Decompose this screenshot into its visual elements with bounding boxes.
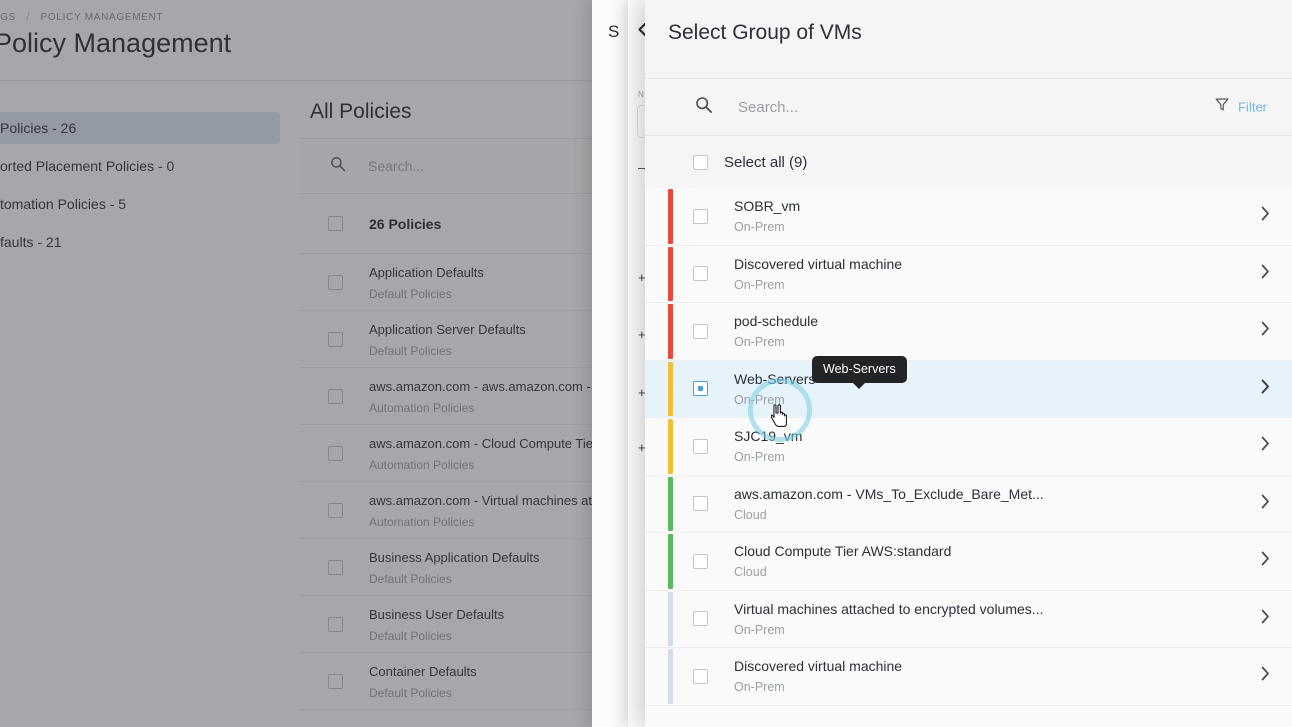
- chevron-right-icon[interactable]: [1261, 494, 1270, 513]
- vm-group-list[interactable]: SOBR_vm On-Prem Discovered virtual machi…: [645, 188, 1292, 727]
- vm-group-name: Web-Servers: [734, 370, 816, 387]
- filter-funnel-icon: [1215, 98, 1229, 117]
- vm-group-name: aws.amazon.com - VMs_To_Exclude_Bare_Met…: [734, 485, 1044, 502]
- select-all-label: Select all (9): [724, 153, 808, 171]
- status-color-bar: [668, 246, 673, 301]
- chevron-right-icon[interactable]: [1261, 379, 1270, 398]
- list-item[interactable]: pod-schedule On-Prem: [645, 303, 1292, 361]
- status-color-bar: [668, 591, 673, 646]
- filter-button[interactable]: Filter: [1215, 98, 1267, 117]
- row-checkbox[interactable]: [693, 208, 708, 224]
- chevron-right-icon[interactable]: [1261, 666, 1270, 686]
- row-checkbox[interactable]: [693, 323, 708, 339]
- chevron-right-icon[interactable]: [1261, 206, 1270, 226]
- vm-search-placeholder: Search...: [738, 98, 799, 116]
- row-checkbox[interactable]: [693, 496, 708, 512]
- vm-group-location: Cloud: [734, 507, 767, 522]
- status-color-bar: [668, 534, 673, 589]
- screen-root: TINGS / POLICY MANAGEMENT Policy Managem…: [0, 0, 1292, 727]
- vm-group-location: Cloud: [734, 565, 767, 580]
- vm-group-location: On-Prem: [734, 277, 785, 292]
- row-checkbox[interactable]: [693, 611, 708, 627]
- modal-title: Select Group of VMs: [668, 21, 862, 44]
- chevron-right-icon[interactable]: [1261, 264, 1270, 283]
- vm-group-name: Discovered virtual machine: [734, 255, 903, 272]
- list-item[interactable]: SJC19_vm On-Prem: [645, 418, 1292, 476]
- stacked-panel-inner-label: N: [638, 90, 644, 99]
- filter-label: Filter: [1238, 99, 1267, 115]
- row-checkbox-partial[interactable]: [693, 381, 708, 397]
- select-group-of-vms-modal: Select Group of VMs Search... Filter Sel…: [645, 0, 1292, 727]
- vm-group-location: On-Prem: [734, 220, 785, 235]
- list-item[interactable]: Cloud Compute Tier AWS:standard Cloud: [645, 533, 1292, 591]
- list-item-selected[interactable]: Web-Servers On-Prem: [645, 360, 1292, 418]
- list-item[interactable]: Discovered virtual machine On-Prem: [645, 648, 1292, 706]
- row-checkbox[interactable]: [693, 668, 708, 684]
- status-color-bar: [668, 189, 673, 244]
- row-checkbox[interactable]: [693, 438, 708, 454]
- status-color-bar: [668, 361, 673, 416]
- list-item[interactable]: Virtual machines attached to encrypted v…: [645, 590, 1292, 648]
- modal-dim-overlay[interactable]: [0, 0, 592, 727]
- vm-group-name: Virtual machines attached to encrypted v…: [734, 600, 1044, 617]
- vm-group-location: On-Prem: [734, 680, 785, 695]
- list-item[interactable]: SOBR_vm On-Prem: [645, 188, 1292, 246]
- list-item[interactable]: aws.amazon.com - VMs_To_Exclude_Bare_Met…: [645, 475, 1292, 533]
- status-color-bar: [668, 649, 673, 704]
- status-color-bar: [668, 419, 673, 474]
- modal-header: Select Group of VMs: [645, 0, 1292, 78]
- vm-group-location: On-Prem: [734, 335, 785, 350]
- chevron-right-icon[interactable]: [1261, 551, 1270, 571]
- chevron-right-icon[interactable]: [1261, 321, 1270, 341]
- status-color-bar: [668, 476, 673, 531]
- tooltip: Web-Servers: [812, 356, 907, 383]
- row-checkbox[interactable]: [693, 553, 708, 569]
- chevron-right-icon[interactable]: [1261, 609, 1270, 628]
- vm-group-name: SOBR_vm: [734, 198, 801, 215]
- vm-group-name: pod-schedule: [734, 313, 819, 330]
- chevron-right-icon[interactable]: [1261, 436, 1270, 456]
- hand-pointer-cursor: [770, 404, 791, 434]
- vm-group-name: Discovered virtual machine: [734, 658, 903, 675]
- status-color-bar: [668, 304, 673, 359]
- vm-group-location: On-Prem: [734, 450, 785, 465]
- select-all-row[interactable]: Select all (9): [645, 136, 1292, 188]
- list-item[interactable]: Discovered virtual machine On-Prem: [645, 245, 1292, 303]
- vm-group-location: On-Prem: [734, 622, 785, 637]
- vm-search-bar[interactable]: Search... Filter: [645, 78, 1292, 136]
- row-checkbox[interactable]: [693, 266, 708, 282]
- select-all-checkbox[interactable]: [693, 154, 708, 170]
- vm-group-name: SJC19_vm: [734, 428, 803, 445]
- stacked-panel-outer-title: S: [608, 22, 620, 41]
- search-icon: [695, 96, 713, 119]
- vm-group-name: Cloud Compute Tier AWS:standard: [734, 543, 952, 560]
